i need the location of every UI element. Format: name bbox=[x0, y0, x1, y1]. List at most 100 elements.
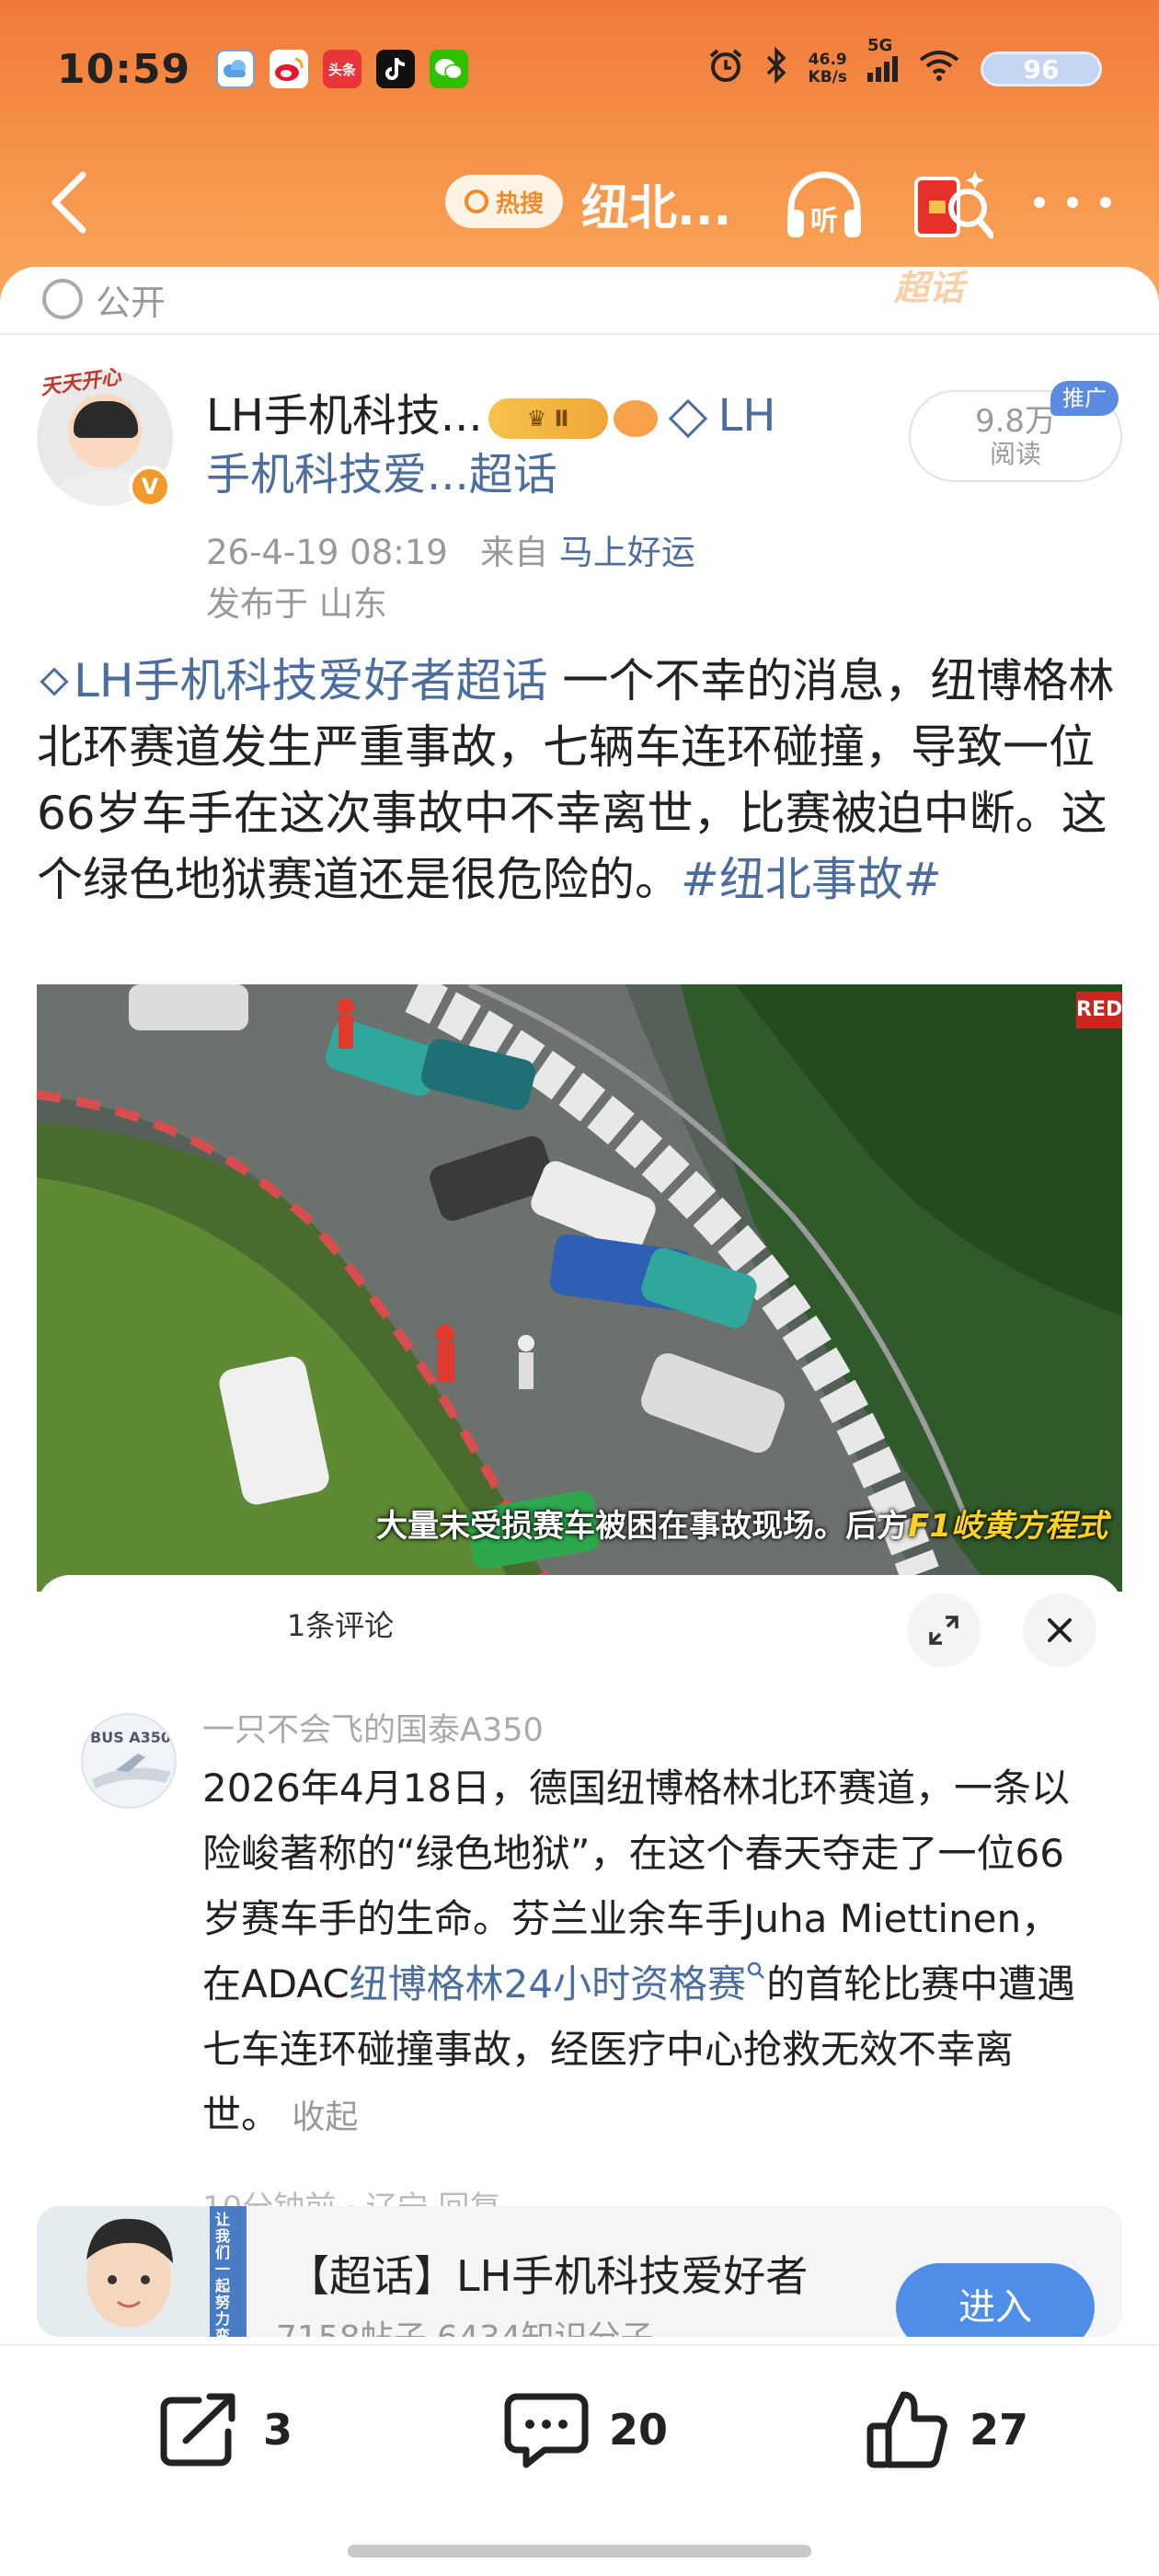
more-options-button[interactable] bbox=[1034, 175, 1111, 230]
image-caption-brand: F1岐黄方程式 bbox=[908, 1508, 1107, 1545]
verified-badge-icon: V bbox=[129, 466, 171, 508]
toutiao-icon: 头条 bbox=[323, 50, 362, 88]
listen-button[interactable]: 听 bbox=[782, 167, 866, 241]
commenter-avatar[interactable]: BUS A350 bbox=[81, 1713, 177, 1809]
bluetooth-icon bbox=[764, 46, 788, 92]
comment-text: 2026年4月18日，德国纽博格林北环赛道，一条以险峻著称的“绿色地狱”，在这个… bbox=[202, 1755, 1085, 2150]
net-speed: 46.9 KB/s bbox=[809, 52, 847, 86]
super-topic-banner[interactable]: 让我们一起努力变优 【超话】LH手机科技爱好者 7158帖子 6434知识分子 … bbox=[37, 2206, 1122, 2337]
divider bbox=[0, 333, 1159, 335]
super-topic-thumbnail: 让我们一起努力变优 bbox=[37, 2206, 247, 2337]
share-icon bbox=[160, 2393, 235, 2467]
post-location: 发布于 山东 bbox=[206, 584, 387, 624]
fan-level: Ⅱ bbox=[554, 406, 569, 431]
post-image[interactable]: RED 大量未受损赛车被困在事故现场。后方F1岐黄方程式 bbox=[37, 984, 1122, 1592]
headphones-icon: 听 bbox=[787, 171, 861, 237]
image-caption: 大量未受损赛车被困在事故现场。后方F1岐黄方程式 bbox=[376, 1501, 1107, 1546]
expand-icon bbox=[929, 1616, 958, 1645]
notification-icons: 头条 bbox=[216, 50, 469, 88]
commenter-avatar-text: BUS A350 bbox=[90, 1729, 171, 1746]
image-caption-text: 大量未受损赛车被困在事故现场。后方 bbox=[376, 1508, 909, 1545]
enter-button[interactable]: 进入 bbox=[896, 2263, 1095, 2337]
visibility-label: 公开 bbox=[96, 282, 166, 323]
status-bar: 10:59 头条 46.9 KB/s 5G 96 bbox=[0, 0, 1159, 138]
visibility-row: 公开 bbox=[42, 267, 166, 331]
globe-icon bbox=[42, 279, 83, 319]
dot-icon bbox=[1100, 197, 1111, 208]
author-name[interactable]: LH手机科技... bbox=[206, 390, 483, 442]
comment-button[interactable]: 20 bbox=[504, 2388, 668, 2471]
nav-bar: 热搜 纽北... 听 bbox=[0, 147, 1159, 258]
share-button[interactable]: 3 bbox=[158, 2388, 293, 2471]
like-button[interactable]: 27 bbox=[865, 2388, 1028, 2471]
alarm-icon bbox=[707, 47, 744, 92]
comment-count: 20 bbox=[609, 2405, 669, 2455]
super-topic-link-part2[interactable]: 手机科技爱...超话 bbox=[206, 449, 557, 500]
net-speed-value: 46.9 bbox=[808, 51, 847, 69]
like-count: 27 bbox=[970, 2405, 1029, 2455]
hot-search-label: 热搜 bbox=[495, 190, 544, 218]
fish-badge-icon bbox=[613, 400, 658, 437]
header: 10:59 头条 46.9 KB/s 5G 96 热搜 纽北... 听 bbox=[0, 0, 1159, 304]
battery-indicator: 96 bbox=[981, 52, 1102, 86]
search-icon bbox=[464, 190, 488, 213]
post-card: 公开 超话 天天开心 V LH手机科技... ♛ Ⅱ LH 手机科技爱...超话 9… bbox=[0, 267, 1159, 2309]
signal-icon: 5G bbox=[867, 36, 898, 82]
tiktok-icon bbox=[376, 50, 416, 88]
close-icon bbox=[1048, 1618, 1072, 1642]
listen-label: 听 bbox=[810, 205, 838, 237]
super-topic-watermark: 超话 bbox=[894, 268, 965, 308]
share-count: 3 bbox=[263, 2405, 293, 2455]
super-topic-diamond-icon bbox=[668, 398, 707, 439]
fan-level-badge: ♛ Ⅱ bbox=[488, 398, 608, 439]
post-time: 26-4-19 08:19 bbox=[206, 533, 448, 572]
status-time: 10:59 bbox=[57, 45, 191, 93]
cloud-app-icon bbox=[216, 50, 256, 88]
source-prefix: 来自 bbox=[480, 533, 549, 572]
comment-search-link[interactable]: 纽博格林24小时资格赛 bbox=[350, 1961, 766, 2007]
promo-tag: 推广 bbox=[1050, 381, 1119, 416]
hot-search-badge[interactable]: 热搜 bbox=[445, 175, 563, 228]
topic-link-label: LH手机科技爱好者超话 bbox=[74, 654, 548, 707]
red-packet-search-button[interactable] bbox=[911, 164, 995, 247]
dot-icon bbox=[1067, 197, 1078, 208]
bottom-toolbar: 3 20 27 bbox=[0, 2344, 1159, 2576]
chevron-left-icon bbox=[52, 171, 86, 234]
read-label: 阅读 bbox=[989, 439, 1041, 469]
collapse-button[interactable]: 收起 bbox=[292, 2099, 358, 2136]
thumbs-up-icon bbox=[866, 2391, 947, 2468]
red-packet-icon bbox=[914, 171, 995, 239]
close-button[interactable] bbox=[1023, 1593, 1096, 1667]
comment-icon bbox=[504, 2393, 589, 2468]
super-topic-thumb-text: 让我们一起努力变优 bbox=[215, 2211, 231, 2338]
network-type: 5G bbox=[867, 36, 893, 55]
dot-icon bbox=[1034, 197, 1045, 208]
post-meta: 26-4-19 08:19 来自 马上好运 bbox=[206, 524, 695, 574]
wechat-icon bbox=[430, 50, 469, 88]
comment-search-link-label: 纽博格林24小时资格赛 bbox=[349, 1961, 747, 2007]
super-topic-title: 【超话】LH手机科技爱好者 bbox=[287, 2251, 809, 2301]
comment-sheet-title: 1条评论 bbox=[286, 1608, 395, 1643]
diamond-icon bbox=[40, 666, 69, 696]
source-app-link[interactable]: 马上好运 bbox=[559, 533, 695, 572]
system-icons: 46.9 KB/s 5G 96 bbox=[707, 36, 1102, 92]
back-button[interactable] bbox=[37, 169, 103, 236]
weibo-icon bbox=[270, 50, 309, 88]
nav-title[interactable]: 纽北... bbox=[581, 169, 731, 238]
author-name-block[interactable]: LH手机科技... ♛ Ⅱ LH 手机科技爱...超话 bbox=[206, 386, 841, 504]
post-body: LH手机科技爱好者超话 一个不幸的消息，纽博格林北环赛道发生严重事故，七辆车连环… bbox=[37, 648, 1127, 913]
expand-button[interactable] bbox=[907, 1593, 981, 1667]
comment-sheet: 1条评论 BUS A350 一只不会飞的国泰A350 2026年4月18日，德国… bbox=[37, 1575, 1122, 2226]
super-topic-link-part1[interactable]: LH bbox=[718, 390, 776, 442]
hashtag-link[interactable]: #纽北事故# bbox=[681, 853, 942, 906]
super-topic-stats: 7158帖子 6434知识分子 bbox=[276, 2311, 654, 2337]
topic-link[interactable]: LH手机科技爱好者超话 bbox=[37, 654, 547, 707]
commenter-name[interactable]: 一只不会飞的国泰A350 bbox=[202, 1704, 544, 1751]
home-indicator[interactable] bbox=[348, 2545, 811, 2558]
net-speed-unit: KB/s bbox=[808, 68, 847, 86]
search-icon bbox=[747, 1961, 764, 1979]
wifi-icon bbox=[918, 49, 960, 90]
channel-logo: RED bbox=[1076, 992, 1122, 1029]
page: 10:59 头条 46.9 KB/s 5G 96 热搜 纽北... 听 公开 超… bbox=[0, 0, 1159, 2576]
crown-icon: ♛ bbox=[526, 406, 555, 431]
